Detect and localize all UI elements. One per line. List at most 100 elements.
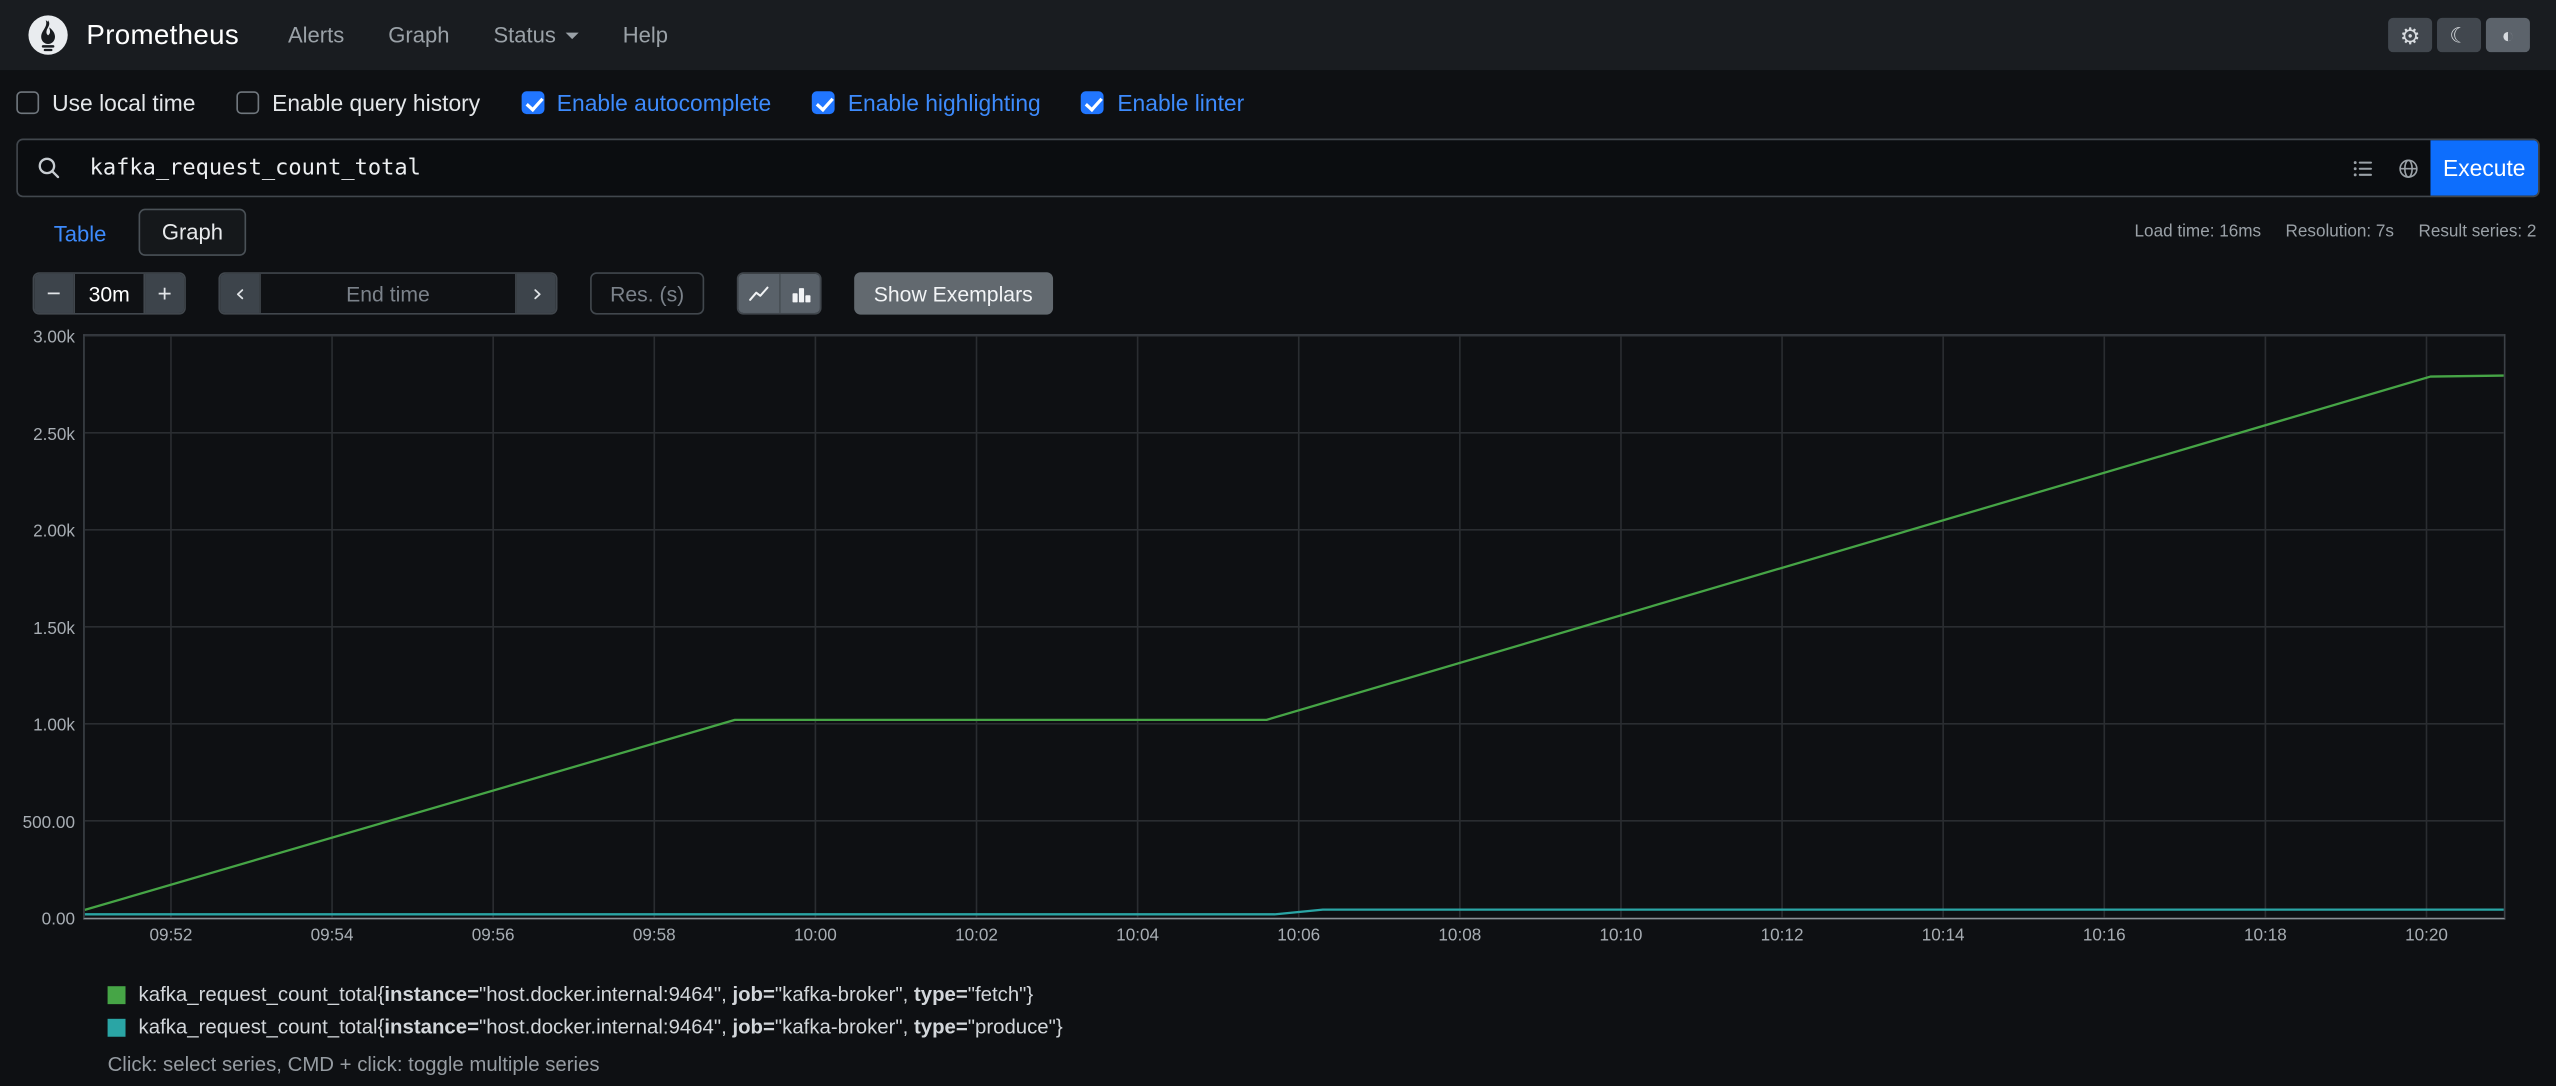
graph-panel: 0.00 500.00 1.00k 1.50k 2.00k 2.50k 3.00k 09:5… — [16, 328, 2556, 947]
y-axis: 0.00 500.00 1.00k 1.50k 2.00k 2.50k 3.00k — [16, 328, 83, 930]
metrics-explorer-icon[interactable] — [2339, 140, 2385, 195]
stacked-chart-icon — [791, 287, 810, 302]
gear-icon: ⚙ — [2399, 22, 2421, 49]
end-time-group — [218, 272, 558, 315]
enable-highlighting-checkbox[interactable]: Enable highlighting — [811, 89, 1041, 116]
plot-area[interactable] — [83, 334, 2506, 920]
x-axis-label: 10:18 — [2243, 925, 2287, 946]
checkbox-box — [811, 91, 835, 115]
dark-theme-button[interactable]: ☾ — [2437, 17, 2482, 53]
chart-canvas — [84, 335, 2504, 918]
y-axis-label: 500.00 — [22, 812, 75, 833]
theme-contrast-button[interactable]: ◐ — [2485, 17, 2530, 53]
nav-alerts[interactable]: Alerts — [288, 23, 344, 47]
y-axis-label: 2.00k — [33, 521, 75, 542]
resolution-input[interactable] — [590, 272, 705, 315]
stacked-chart-button[interactable] — [779, 273, 820, 313]
duration-group: − + — [32, 272, 186, 315]
checkbox-label: Enable query history — [272, 89, 481, 116]
series-line-0 — [84, 374, 2504, 912]
brand-label: Prometheus — [86, 18, 240, 50]
legend-item-produce[interactable]: kafka_request_count_total{instance="host… — [107, 1015, 2556, 1039]
nav-status-label: Status — [493, 22, 556, 48]
globe-icon[interactable] — [2385, 140, 2431, 195]
x-axis-label: 09:52 — [149, 925, 193, 946]
navbar: Prometheus Alerts Graph Status Help ⚙ ☾ … — [0, 0, 2556, 71]
x-axis-label: 10:02 — [955, 925, 998, 946]
nav-status-dropdown[interactable]: Status — [493, 22, 579, 48]
search-icon — [18, 140, 80, 195]
legend-swatch — [107, 985, 126, 1004]
x-axis-label: 09:54 — [310, 925, 354, 946]
end-time-input[interactable] — [259, 273, 517, 313]
x-axis-label: 10:10 — [1599, 925, 1643, 946]
checkbox-box — [236, 91, 260, 115]
x-axis-label: 10:04 — [1116, 925, 1160, 946]
tab-graph[interactable]: Graph — [139, 208, 246, 256]
stat-resolution: Resolution: 7s — [2285, 221, 2395, 242]
x-axis-label: 10:20 — [2405, 925, 2448, 946]
y-axis-label: 1.00k — [33, 715, 75, 736]
legend: kafka_request_count_total{instance="host… — [107, 982, 2556, 1076]
legend-item-fetch[interactable]: kafka_request_count_total{instance="host… — [107, 982, 2556, 1006]
x-axis-label: 10:06 — [1277, 925, 1321, 946]
contrast-icon: ◐ — [2501, 22, 2515, 48]
legend-text: kafka_request_count_total{instance="host… — [138, 1015, 1063, 1039]
chart-type-group — [736, 272, 822, 315]
nav-help[interactable]: Help — [623, 23, 668, 47]
checkbox-box — [1081, 91, 1105, 115]
expression-input[interactable] — [79, 140, 2340, 196]
checkbox-box — [520, 91, 544, 115]
settings-button[interactable]: ⚙ — [2388, 17, 2433, 53]
plus-icon: + — [157, 279, 172, 308]
y-axis-label: 3.00k — [33, 327, 75, 348]
x-axis: 09:52 09:54 09:56 09:58 10:00 10:02 10:04 10:06… — [83, 919, 2505, 947]
graph-controls: − + Show Exemplars — [0, 256, 2556, 315]
legend-text: kafka_request_count_total{instance="host… — [138, 982, 1034, 1006]
x-axis-label: 09:58 — [632, 925, 676, 946]
show-exemplars-button[interactable]: Show Exemplars — [854, 272, 1053, 315]
x-axis-label: 10:00 — [793, 925, 837, 946]
line-chart-button[interactable] — [738, 273, 780, 313]
chevron-left-icon — [236, 288, 243, 299]
checkbox-label: Use local time — [52, 89, 196, 116]
decrease-duration-button[interactable]: − — [34, 273, 74, 313]
nav-links: Alerts Graph Status Help — [288, 23, 668, 47]
app: Prometheus Alerts Graph Status Help ⚙ ☾ … — [0, 0, 2556, 1086]
checkbox-label: Enable highlighting — [847, 89, 1041, 116]
enable-query-history-checkbox[interactable]: Enable query history — [236, 90, 480, 116]
y-axis-label: 1.50k — [33, 618, 75, 639]
stat-load-time: Load time: 16ms — [2134, 221, 2262, 242]
options-row: Use local time Enable query history Enab… — [0, 70, 2556, 130]
caret-down-icon — [565, 31, 579, 39]
duration-input[interactable] — [73, 273, 146, 313]
x-axis-label: 10:14 — [1921, 925, 1965, 946]
use-local-time-checkbox[interactable]: Use local time — [16, 90, 195, 116]
nav-graph[interactable]: Graph — [388, 23, 449, 47]
series-line-1 — [84, 908, 2504, 916]
brand-link[interactable]: Prometheus — [26, 13, 239, 57]
stat-result-series: Result series: 2 — [2418, 221, 2537, 242]
prometheus-logo-icon — [26, 13, 70, 57]
tabs-row: Table Graph Load time: 16ms Resolution: … — [0, 197, 2556, 256]
increase-duration-button[interactable]: + — [145, 273, 185, 313]
enable-autocomplete-checkbox[interactable]: Enable autocomplete — [520, 89, 772, 116]
nav-alerts-label: Alerts — [287, 22, 345, 48]
x-axis-label: 10:08 — [1438, 925, 1482, 946]
expression-input-group: Execute — [16, 138, 2540, 198]
tab-table[interactable]: Table — [33, 212, 128, 256]
execute-button[interactable]: Execute — [2430, 140, 2539, 196]
forward-time-button[interactable] — [516, 273, 556, 313]
x-axis-label: 09:56 — [471, 925, 515, 946]
enable-linter-checkbox[interactable]: Enable linter — [1081, 90, 1244, 116]
moon-icon: ☾ — [2449, 22, 2469, 48]
checkbox-box — [16, 91, 40, 115]
chevron-right-icon — [533, 288, 540, 299]
query-row: Execute — [0, 130, 2556, 198]
query-stats: Load time: 16ms Resolution: 7s Result se… — [2134, 210, 2537, 242]
x-axis-label: 10:12 — [1760, 925, 1804, 946]
navbar-actions: ⚙ ☾ ◐ — [2388, 17, 2530, 53]
checkbox-label: Enable autocomplete — [556, 89, 772, 116]
back-time-button[interactable] — [220, 273, 260, 313]
line-chart-icon — [749, 285, 769, 301]
